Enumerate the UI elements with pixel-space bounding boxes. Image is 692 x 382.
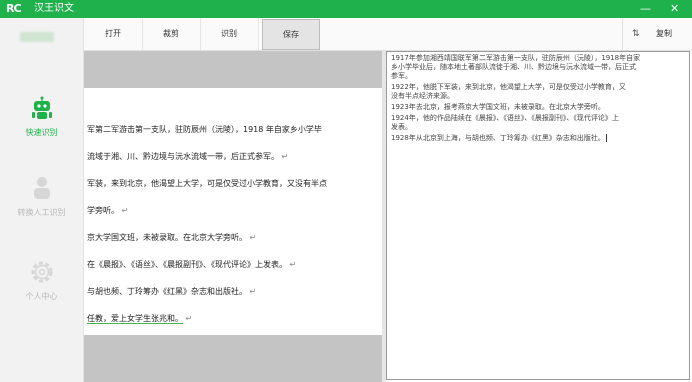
document-line: 任教，爱上女学生张兆和。 ↵ <box>87 314 193 324</box>
open-button[interactable]: 打开 <box>84 18 143 50</box>
ocr-line: 参军。 <box>391 72 412 80</box>
document-line: 军第二军游击第一支队，驻防辰州（沅陵），1918 年自家乡小学毕 <box>87 125 322 134</box>
ocr-line: 1928年从北京到上海，与胡也频、丁玲筹办《红黑》杂志和出版社。 <box>391 134 607 142</box>
document-page: 军第二军游击第一支队，驻防辰州（沅陵），1918 年自家乡小学毕 流域于湘、川、… <box>84 88 382 335</box>
ocr-result-textarea[interactable]: 1917年参加湘西靖国联军第二军游击第一支队，驻防辰州（沅陵），1918年自家 … <box>386 51 690 380</box>
document-line: 军装，来到北京，他渴望上大学，可是仅受过小学教育，又没有半点 <box>87 179 327 188</box>
document-line: 学旁听。 ↵ <box>87 206 129 215</box>
person-icon <box>33 177 50 199</box>
close-button[interactable]: ✕ <box>670 3 679 15</box>
text-cursor <box>605 134 607 142</box>
document-line: 流域于湘、川、黔边境与沅水流域一带，后正式参军。 ↵ <box>87 152 289 161</box>
sidebar-item-personal-center[interactable]: 个人中心 <box>0 260 83 302</box>
app-title: 汉王识文 <box>34 3 74 14</box>
sidebar-item-label: 快速识别 <box>25 128 58 137</box>
document-line: 在《晨报》、《语丝》、《晨报副刊》、《现代评论》上发表。 ↵ <box>87 260 297 269</box>
document-line: 与胡也频、丁玲筹办《红黑》杂志和出版社。 ↵ <box>87 287 257 296</box>
toolbar: 打开 裁剪 识别 保存 ⇅ 复制 <box>84 18 692 51</box>
ocr-line: 1922年，他脱下军装，来到北京，他渴望上大学，可是仅受过小学教育，又 <box>391 83 626 91</box>
sidebar-item-manual-recognize[interactable]: 转换人工识别 <box>0 176 83 218</box>
recognize-button[interactable]: 识别 <box>200 18 259 50</box>
document-line: 京大学国文班，未被录取。在北京大学旁听。 ↵ <box>87 233 257 242</box>
copy-button[interactable]: ⇅ 复制 <box>622 18 692 50</box>
sidebar-item-label: 转换人工识别 <box>17 208 66 217</box>
ocr-line: 1917年参加湘西靖国联军第二军游击第一支队，驻防辰州（沅陵），1918年自家 <box>391 54 641 62</box>
app-logo: RC <box>6 2 22 15</box>
gear-icon <box>31 261 52 283</box>
ocr-line: 发表。 <box>391 123 412 131</box>
document-preview[interactable]: 军第二军游击第一支队，驻防辰州（沅陵），1918 年自家乡小学毕 流域于湘、川、… <box>84 51 382 382</box>
save-button[interactable]: 保存 <box>262 19 320 50</box>
user-avatar[interactable] <box>20 32 54 42</box>
sidebar-item-label: 个人中心 <box>25 292 58 301</box>
sidebar: 快速识别 转换人工识别 个人中心 <box>0 18 84 382</box>
copy-icon: ⇅ <box>632 29 640 39</box>
robot-icon <box>31 96 52 119</box>
ocr-line: 没有半点经济来源。 <box>391 92 454 100</box>
crop-button[interactable]: 裁剪 <box>142 18 201 50</box>
ocr-line: 1924年，他的作品陆续在《晨报》、《语丝》、《晨报副刊》、《现代评论》上 <box>391 114 619 122</box>
title-bar: RC 汉王识文 — ✕ <box>0 0 692 18</box>
ocr-line: 1923年去北京，报考燕京大学国文班，未被录取。在北京大学旁听。 <box>391 103 605 111</box>
sidebar-item-quick-recognize[interactable]: 快速识别 <box>0 96 83 138</box>
ocr-line: 乡小学毕业后，随本地土著部队流徙于湘、川、黔边境与沅水流域一带，后正式 <box>391 63 636 71</box>
copy-label: 复制 <box>656 29 672 38</box>
minimize-button[interactable]: — <box>640 3 651 15</box>
